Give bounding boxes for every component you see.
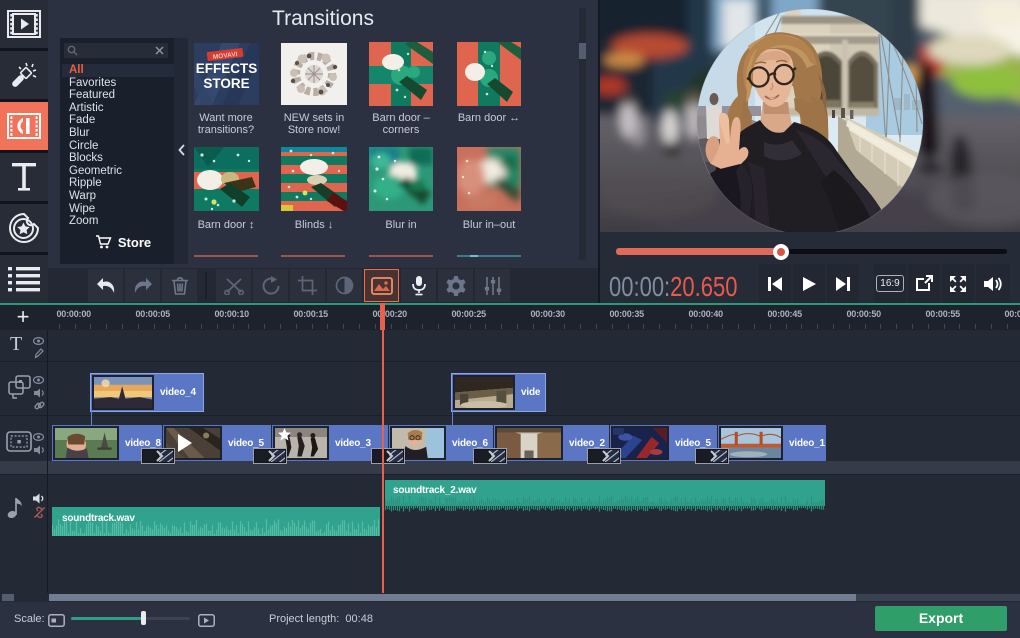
svg-text:STORE: STORE xyxy=(203,76,249,91)
svg-text:EFFECTS: EFFECTS xyxy=(196,61,258,76)
